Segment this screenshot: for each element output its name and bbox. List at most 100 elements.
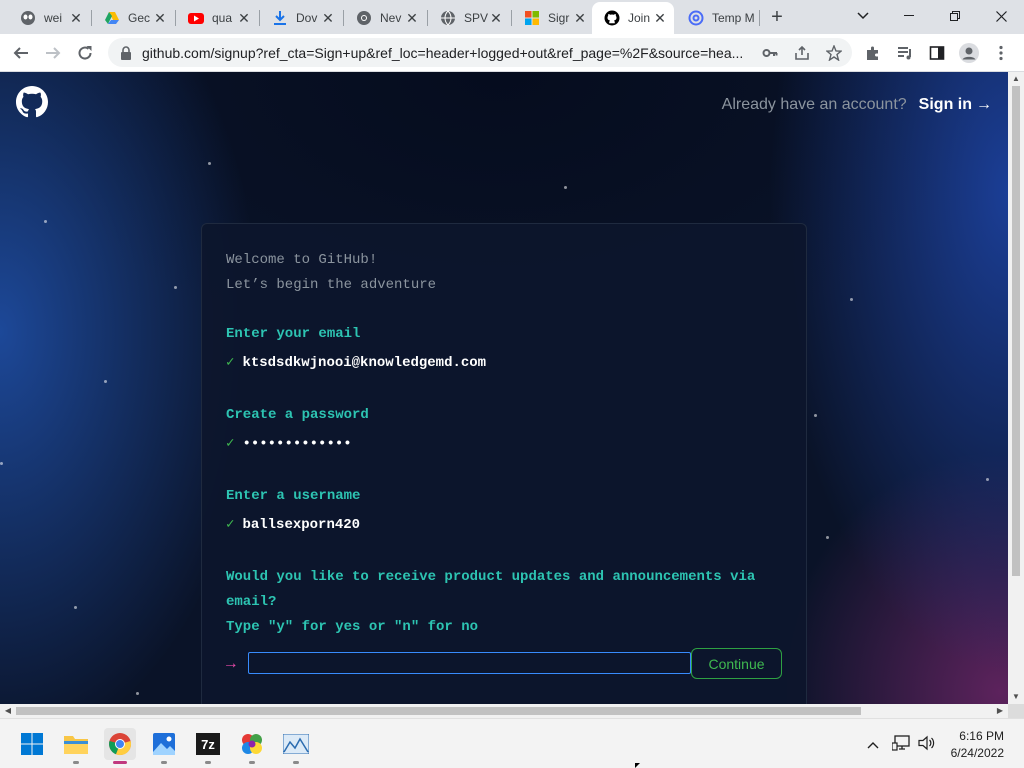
back-arrow-icon [13, 47, 28, 59]
windows-logo-icon [21, 733, 43, 755]
browser-toolbar: github.com/signup?ref_cta=Sign+up&ref_lo… [0, 34, 1024, 72]
tab-title: wei [44, 11, 63, 25]
already-have-account-text: Already have an account? [721, 96, 907, 113]
scroll-left-arrow-icon[interactable]: ◀ [0, 704, 16, 718]
three-dots-vertical-icon [999, 45, 1003, 61]
minimize-icon [904, 15, 914, 16]
side-panel-button[interactable] [924, 40, 950, 66]
tab-title: Temp M [712, 11, 755, 25]
tab-nev[interactable]: Nev ✕ [344, 4, 426, 32]
taskbar-7zip[interactable]: 7z [192, 728, 224, 764]
signup-card: Welcome to GitHub! Let’s begin the adven… [201, 223, 807, 704]
microsoft-icon [525, 11, 539, 25]
back-button[interactable] [8, 40, 34, 66]
tab-sigr[interactable]: Sigr ✕ [512, 4, 594, 32]
vertical-scrollbar[interactable]: ▲ ▼ [1008, 72, 1024, 704]
tab-dov[interactable]: Dov ✕ [260, 4, 342, 32]
star-decoration [850, 298, 853, 301]
lock-icon[interactable] [120, 45, 132, 60]
browser-menu-button[interactable] [988, 40, 1014, 66]
key-icon[interactable] [762, 45, 778, 61]
close-tab-icon[interactable]: ✕ [488, 10, 504, 26]
star-decoration [208, 162, 211, 165]
scroll-right-arrow-icon[interactable]: ▶ [992, 704, 1008, 718]
username-prompt: Enter a username [226, 488, 361, 504]
arrow-right-icon[interactable]: → [976, 96, 992, 114]
playlist-icon [898, 47, 911, 60]
extensions-button[interactable] [860, 40, 886, 66]
check-icon: ✓ [226, 355, 235, 371]
adventure-text: Let’s begin the adventure [226, 277, 437, 293]
close-tab-icon[interactable]: ✕ [572, 10, 588, 26]
close-icon [995, 10, 1007, 22]
tab-gec[interactable]: Gec ✕ [92, 4, 174, 32]
profile-button[interactable] [956, 40, 982, 66]
share-icon[interactable] [794, 45, 810, 61]
star-decoration [986, 478, 989, 481]
github-logo-icon[interactable] [16, 86, 48, 118]
marketing-hint: Type "y" for yes or "n" for no [226, 619, 479, 635]
tab-wei[interactable]: wei ✕ [8, 4, 90, 32]
network-icon[interactable] [891, 735, 910, 753]
page-viewport: Already have an account? Sign in → Welco… [0, 72, 1008, 704]
close-tab-icon[interactable]: ✕ [404, 10, 420, 26]
scroll-up-arrow-icon[interactable]: ▲ [1008, 72, 1024, 86]
reload-icon [78, 46, 92, 60]
chevron-up-icon[interactable] [864, 735, 882, 753]
close-tab-icon[interactable]: ✕ [236, 10, 252, 26]
close-tab-icon[interactable]: ✕ [152, 10, 168, 26]
welcome-text: Welcome to GitHub! [226, 252, 378, 268]
tab-title: qua [212, 11, 233, 25]
new-tab-button[interactable]: + [766, 6, 788, 28]
volume-icon[interactable] [918, 735, 936, 753]
forward-arrow-icon [46, 47, 61, 59]
start-button[interactable] [16, 728, 48, 760]
vertical-scroll-thumb[interactable] [1012, 86, 1020, 576]
tab-temp-mail[interactable]: Temp M [676, 4, 758, 32]
close-tab-icon[interactable]: ✕ [320, 10, 336, 26]
folder-icon [64, 736, 88, 754]
sign-in-link[interactable]: Sign in [919, 96, 972, 114]
opt-in-input[interactable] [248, 652, 691, 674]
restore-icon [950, 11, 960, 21]
minimize-button[interactable] [886, 0, 932, 32]
taskbar-paint-app[interactable] [236, 728, 268, 764]
google-drive-icon [105, 12, 119, 24]
taskbar-file-explorer[interactable] [60, 728, 92, 764]
reload-button[interactable] [72, 40, 98, 66]
windows-taskbar: 7z 6:16 PM 6/24/2022 [0, 718, 1024, 768]
system-clock[interactable]: 6:16 PM 6/24/2022 [951, 728, 1004, 762]
taskbar-chrome[interactable] [104, 728, 136, 764]
input-arrow-icon: → [226, 655, 236, 673]
tab-spv[interactable]: SPV ✕ [428, 4, 510, 32]
tab-qua[interactable]: qua ✕ [176, 4, 258, 32]
scroll-down-arrow-icon[interactable]: ▼ [1008, 690, 1024, 704]
address-bar[interactable]: github.com/signup?ref_cta=Sign+up&ref_lo… [108, 38, 852, 67]
horizontal-scrollbar[interactable]: ◀ ▶ [0, 704, 1008, 718]
restore-button[interactable] [932, 0, 978, 32]
close-tab-icon[interactable]: ✕ [652, 10, 668, 26]
bookmark-star-icon[interactable] [826, 45, 842, 61]
profile-avatar-icon [959, 43, 979, 63]
taskbar-image-viewer[interactable] [280, 728, 312, 764]
forward-button[interactable] [40, 40, 66, 66]
password-prompt: Create a password [226, 407, 369, 423]
media-control-button[interactable] [892, 40, 918, 66]
horizontal-scroll-thumb[interactable] [16, 707, 861, 715]
tab-join[interactable]: Join ✕ [592, 2, 674, 34]
mouse-cursor [635, 763, 645, 768]
tab-search-button[interactable] [840, 0, 886, 32]
url-text[interactable]: github.com/signup?ref_cta=Sign+up&ref_lo… [142, 45, 756, 61]
continue-button[interactable]: Continue [691, 648, 782, 679]
tab-title: Sigr [548, 11, 570, 25]
close-tab-icon[interactable]: ✕ [68, 10, 84, 26]
username-answer: ✓ ballsexporn420 [226, 516, 360, 534]
password-value: ••••••••••••• [242, 435, 352, 452]
tab-title: Join [628, 11, 651, 25]
svg-text:7z: 7z [201, 737, 215, 752]
star-decoration [174, 286, 177, 289]
email-value: ktsdsdkwjnooi@knowledgemd.com [242, 354, 487, 371]
taskbar-photos[interactable] [148, 728, 180, 764]
close-window-button[interactable] [978, 0, 1024, 32]
chevron-down-icon [857, 12, 869, 20]
